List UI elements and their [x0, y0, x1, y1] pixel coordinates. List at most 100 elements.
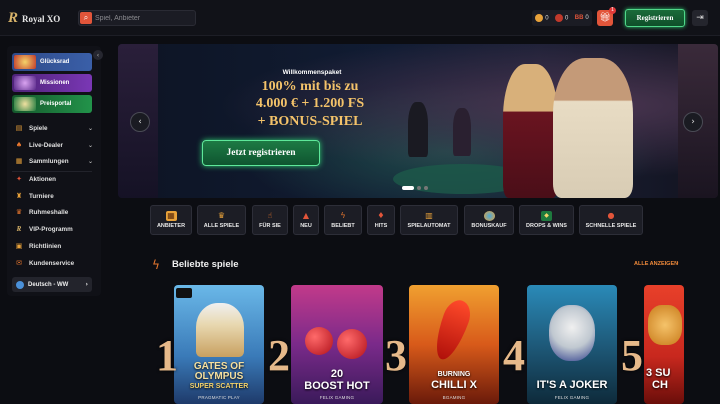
new-icon: ▲ [302, 211, 310, 220]
joker-illustration [549, 305, 595, 361]
missions-icon [14, 76, 36, 90]
sidebar-item-live-dealer[interactable]: ♠ Live-Dealer ⌄ [15, 139, 93, 151]
sidebar-item-label: Live-Dealer [29, 141, 63, 149]
balance-bar[interactable]: 0 0 BB 0 [532, 10, 592, 26]
bb-value: 0 [585, 15, 589, 21]
tab-label: SPIELAUTOMAT [407, 223, 451, 229]
gift-badge: 1 [609, 7, 616, 14]
man-image [553, 58, 633, 198]
thumbs-up-icon: ☝ [267, 211, 273, 220]
game-provider: FELIX GAMING [554, 395, 590, 400]
sidebar-item-label: Turniere [29, 192, 54, 200]
game-title-line: 20 [330, 368, 344, 380]
globe-icon [16, 280, 24, 289]
hero-prev-button[interactable]: ‹ [130, 112, 150, 132]
hero-next-button[interactable]: › [683, 112, 703, 132]
tab-slots[interactable]: ▥ SPIELAUTOMAT [400, 205, 458, 235]
promo-prize-portal[interactable]: Preisportal [12, 95, 92, 113]
tab-fast-games[interactable]: ● SCHNELLE SPIELE [579, 205, 643, 235]
chevron-right-icon[interactable]: › [676, 259, 679, 267]
sidebar-item-label: Ruhmeshalle [29, 208, 69, 216]
chevron-right-icon: › [85, 281, 88, 288]
rank-number: 3 [385, 331, 407, 380]
chilli-illustration [429, 296, 475, 364]
fast-games-icon: ● [607, 211, 615, 220]
slot-machine-icon: ▥ [425, 211, 433, 220]
slide-dot-2[interactable] [417, 186, 421, 190]
sidebar-item-support[interactable]: ✉ Kundenservice [15, 257, 93, 269]
game-card-gates-of-olympus[interactable]: GATES OF OLYMPUS SUPER SCATTER PRAGMATIC… [174, 285, 264, 404]
game-title-line: BOOST HOT [304, 380, 370, 392]
collapse-sidebar-button[interactable]: ‹ [93, 50, 103, 60]
gem-icon [554, 14, 563, 22]
chevron-down-icon: ⌄ [87, 124, 93, 132]
logo-text: Royal XO [22, 13, 61, 24]
promo-missions[interactable]: Missionen [12, 74, 92, 92]
lightning-icon: ϟ [340, 211, 346, 220]
game-card-burning-chilli-x[interactable]: BURNING CHILLI X BGAMING [409, 285, 499, 404]
game-provider: FELIX GAMING [319, 395, 355, 400]
hall-of-fame-icon: ♛ [15, 208, 23, 216]
sidebar-item-collections[interactable]: ▦ Sammlungen ⌄ [15, 155, 93, 167]
woman-image [503, 64, 558, 198]
sidebar-item-vip[interactable]: R VIP-Programm [15, 223, 93, 235]
search-box[interactable]: ⌕ [78, 10, 196, 26]
tab-label: BONUSKAUF [471, 223, 507, 229]
game-subtitle: SUPER SCATTER [189, 383, 249, 390]
sidebar-item-hall-of-fame[interactable]: ♛ Ruhmeshalle [15, 206, 93, 218]
dealer-icon: ♠ [15, 141, 23, 149]
tab-hits[interactable]: ♦ HITS [367, 205, 395, 235]
rank-number: 4 [503, 331, 525, 380]
sidebar-item-games[interactable]: ▤ Spiele ⌄ [15, 122, 93, 134]
sidebar-item-tournaments[interactable]: ♜ Turniere [15, 190, 93, 202]
search-input[interactable] [95, 14, 191, 22]
tab-providers[interactable]: ▦ ANBIETER [150, 205, 192, 235]
promotions-icon: ✦ [16, 175, 22, 183]
tab-all-games[interactable]: ♛ ALLE SPIELE [197, 205, 246, 235]
tab-popular[interactable]: ϟ BELIEBT [324, 205, 362, 235]
sidebar-item-label: Kundenservice [29, 259, 75, 267]
game-card-5[interactable]: 3 SU CH [644, 285, 684, 404]
sidebar-item-label: Aktionen [29, 175, 56, 183]
hero-kicker: Willkommenspaket [282, 69, 342, 76]
coins-balance: 0 [535, 14, 549, 22]
bonus-buy-icon [483, 211, 495, 221]
sombrero-illustration [648, 305, 682, 345]
language-selector[interactable]: Deutsch - WW › [12, 277, 92, 292]
tab-label: FÜR SIE [259, 223, 281, 229]
sidebar-item-promotions[interactable]: ✦ Aktionen [15, 173, 93, 185]
hero-line-3: + BONUS-SPIEL [257, 114, 363, 129]
sidebar-item-policies[interactable]: ▣ Richtlinien [15, 240, 93, 252]
lightning-icon: ϟ [152, 258, 160, 272]
login-button[interactable]: ⇥ [692, 10, 708, 26]
tab-label: NEU [300, 223, 312, 229]
hero-line-2: 4.000 € + 1.200 FS [255, 96, 365, 111]
coin-icon [535, 14, 544, 22]
logo[interactable]: R Royal XO [8, 10, 60, 27]
game-provider: BGAMING [442, 395, 466, 400]
see-all-link[interactable]: ALLE ANZEIGEN [634, 261, 678, 267]
register-button[interactable]: Registrieren [625, 9, 685, 27]
tab-for-you[interactable]: ☝ FÜR SIE [252, 205, 288, 235]
cherry-illustration [305, 327, 333, 355]
game-provider: PRAGMATIC PLAY [198, 395, 240, 400]
collections-icon: ▦ [15, 157, 23, 165]
chevron-down-icon: ⌄ [87, 157, 93, 165]
tab-drops-wins[interactable]: ◆ DROPS & WINS [519, 205, 574, 235]
rank-number: 1 [156, 331, 178, 380]
slide-dot-1[interactable] [402, 186, 414, 190]
drops-wins-icon: ◆ [541, 211, 552, 221]
promo-wheel[interactable]: Glücksrad [12, 53, 92, 71]
slide-dot-3[interactable] [424, 186, 428, 190]
search-icon[interactable]: ⌕ [80, 12, 92, 24]
tab-new[interactable]: ▲ NEU [293, 205, 319, 235]
wheel-icon [14, 55, 36, 69]
tab-label: BELIEBT [331, 223, 355, 229]
game-card-20-boost-hot[interactable]: 20 BOOST HOT FELIX GAMING [291, 285, 383, 404]
tab-bonus-buy[interactable]: BONUSKAUF [464, 205, 514, 235]
tab-label: SCHNELLE SPIELE [585, 223, 637, 229]
game-card-its-a-joker[interactable]: IT'S A JOKER FELIX GAMING [527, 285, 617, 404]
language-label: Deutsch - WW [28, 281, 69, 288]
chevron-right-icon: › [691, 117, 695, 127]
hero-register-button[interactable]: Jetzt registrieren [202, 140, 320, 166]
